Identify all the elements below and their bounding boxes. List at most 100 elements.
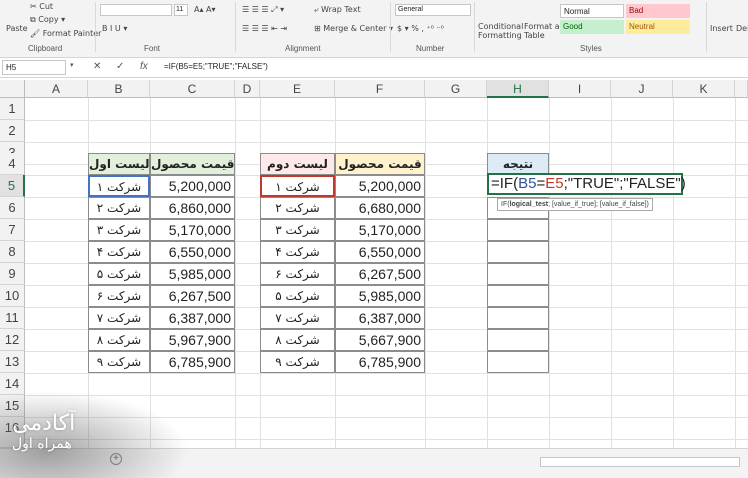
result-cell[interactable] <box>487 263 549 285</box>
table2-price-cell[interactable]: 6,387,000 <box>335 307 425 329</box>
column-header-k[interactable]: K <box>673 80 735 98</box>
cancel-icon[interactable]: ✕ <box>93 61 101 72</box>
row-header-4[interactable]: 4 <box>0 153 25 175</box>
number-format-select[interactable]: General <box>395 4 471 16</box>
table1-price-cell[interactable]: 6,550,000 <box>150 241 235 263</box>
format-as-table-button[interactable]: Format as Table <box>524 22 564 40</box>
table1-header-price[interactable]: قیمت محصول <box>150 153 235 175</box>
function-icon[interactable]: fx <box>140 61 148 72</box>
bold-italic-underline[interactable]: B I U ▾ <box>102 24 127 33</box>
table1-price-cell[interactable]: 5,170,000 <box>150 219 235 241</box>
insert-button[interactable]: Insert <box>710 24 733 33</box>
font-size-select[interactable]: 11 <box>174 4 188 16</box>
copy-button[interactable]: ⧉ Copy ▾ <box>30 15 65 25</box>
table2-company-cell[interactable]: شرکت ۶ <box>260 263 335 285</box>
merge-center-button[interactable]: ⊞ Merge & Center ▾ <box>314 24 393 33</box>
align-top-icons[interactable]: ☰ ☰ ☰ ⤢ ▾ <box>242 5 284 15</box>
table1-price-cell[interactable]: 6,785,900 <box>150 351 235 373</box>
table2-company-cell[interactable]: شرکت ۳ <box>260 219 335 241</box>
style-good[interactable]: Good <box>560 20 624 34</box>
table2-price-cell[interactable]: 5,200,000 <box>335 175 425 197</box>
column-header-d[interactable]: D <box>235 80 260 98</box>
table1-company-cell[interactable]: شرکت ۴ <box>88 241 150 263</box>
column-header-b[interactable]: B <box>88 80 150 98</box>
table2-price-cell[interactable]: 6,785,900 <box>335 351 425 373</box>
table2-price-cell[interactable]: 5,667,900 <box>335 329 425 351</box>
table1-price-cell[interactable]: 5,967,900 <box>150 329 235 351</box>
column-header-h[interactable]: H <box>487 80 549 98</box>
table1-price-cell[interactable]: 6,267,500 <box>150 285 235 307</box>
table1-company-cell[interactable]: شرکت ۳ <box>88 219 150 241</box>
table2-header-company[interactable]: لیست دوم <box>260 153 335 175</box>
column-header-j[interactable]: J <box>611 80 673 98</box>
row-header-2[interactable]: 2 <box>0 120 25 142</box>
horizontal-scrollbar[interactable] <box>540 457 740 467</box>
column-header-a[interactable]: A <box>25 80 88 98</box>
table1-price-cell[interactable]: 6,860,000 <box>150 197 235 219</box>
conditional-formatting-button[interactable]: Conditional Formatting <box>478 22 523 40</box>
row-header-5[interactable]: 5 <box>0 175 25 197</box>
table1-price-cell[interactable]: 5,985,000 <box>150 263 235 285</box>
name-box[interactable]: H5 <box>2 60 66 75</box>
table2-price-cell[interactable]: 5,985,000 <box>335 285 425 307</box>
table2-company-cell[interactable]: شرکت ۷ <box>260 307 335 329</box>
style-normal[interactable]: Normal <box>560 4 624 18</box>
table2-company-cell[interactable]: شرکت ۵ <box>260 285 335 307</box>
table1-company-cell[interactable]: شرکت ۶ <box>88 285 150 307</box>
row-header-6[interactable]: 6 <box>0 197 25 219</box>
delete-button[interactable]: Dele <box>736 24 748 33</box>
column-header-i[interactable]: I <box>549 80 611 98</box>
namebox-dropdown-icon[interactable]: ▾ <box>70 61 74 69</box>
result-cell[interactable] <box>487 241 549 263</box>
column-header-l[interactable] <box>735 80 748 98</box>
result-cell[interactable] <box>487 219 549 241</box>
formula-input[interactable]: =IF(B5=E5;"TRUE";"FALSE") <box>164 62 268 71</box>
font-name-select[interactable] <box>100 4 172 16</box>
table2-company-cell[interactable]: شرکت ۲ <box>260 197 335 219</box>
result-cell[interactable] <box>487 351 549 373</box>
table1-header-company[interactable]: لیست اول <box>88 153 150 175</box>
result-cell[interactable] <box>487 307 549 329</box>
tooltip-logical-test[interactable]: logical_test <box>510 201 549 208</box>
style-bad[interactable]: Bad <box>626 4 690 18</box>
table2-price-cell[interactable]: 6,550,000 <box>335 241 425 263</box>
table1-company-cell[interactable]: شرکت ۷ <box>88 307 150 329</box>
table2-header-price[interactable]: قیمت محصول <box>335 153 425 175</box>
row-header-1[interactable]: 1 <box>0 98 25 120</box>
table2-company-cell[interactable]: شرکت ۹ <box>260 351 335 373</box>
enter-icon[interactable]: ✓ <box>116 61 124 72</box>
format-painter-button[interactable]: 🖌 Format Painter <box>30 29 101 38</box>
row-header-9[interactable]: 9 <box>0 263 25 285</box>
row-header-10[interactable]: 10 <box>0 285 25 307</box>
table2-company-cell[interactable]: شرکت ۱ <box>260 175 335 197</box>
formula-edit-cell-h5[interactable]: =IF(B5=E5;"TRUE";"FALSE") <box>487 173 686 195</box>
table1-price-cell[interactable]: 6,387,000 <box>150 307 235 329</box>
table2-price-cell[interactable]: 6,680,000 <box>335 197 425 219</box>
font-grow-icon[interactable]: A▴ A▾ <box>194 5 216 14</box>
table1-price-cell[interactable]: 5,200,000 <box>150 175 235 197</box>
table2-price-cell[interactable]: 5,170,000 <box>335 219 425 241</box>
column-header-f[interactable]: F <box>335 80 425 98</box>
row-header-7[interactable]: 7 <box>0 219 25 241</box>
table1-company-cell[interactable]: شرکت ۱ <box>88 175 150 197</box>
style-neutral[interactable]: Neutral <box>626 20 690 34</box>
column-header-e[interactable]: E <box>260 80 335 98</box>
row-header-13[interactable]: 13 <box>0 351 25 373</box>
table1-company-cell[interactable]: شرکت ۹ <box>88 351 150 373</box>
row-header-8[interactable]: 8 <box>0 241 25 263</box>
result-header[interactable]: نتیجه <box>487 153 549 175</box>
row-header-12[interactable]: 12 <box>0 329 25 351</box>
select-all-corner[interactable] <box>0 80 25 98</box>
column-header-c[interactable]: C <box>150 80 235 98</box>
result-cell[interactable] <box>487 285 549 307</box>
wrap-text-button[interactable]: ⤶ Wrap Text <box>314 5 361 15</box>
column-header-g[interactable]: G <box>425 80 487 98</box>
table2-company-cell[interactable]: شرکت ۴ <box>260 241 335 263</box>
result-cell[interactable] <box>487 329 549 351</box>
paste-button[interactable]: Paste <box>6 24 28 33</box>
table1-company-cell[interactable]: شرکت ۸ <box>88 329 150 351</box>
table1-company-cell[interactable]: شرکت ۵ <box>88 263 150 285</box>
number-format-icons[interactable]: $ ▾ % , ⁺⁰ ⁻⁰ <box>397 24 444 33</box>
table2-company-cell[interactable]: شرکت ۸ <box>260 329 335 351</box>
row-header-11[interactable]: 11 <box>0 307 25 329</box>
